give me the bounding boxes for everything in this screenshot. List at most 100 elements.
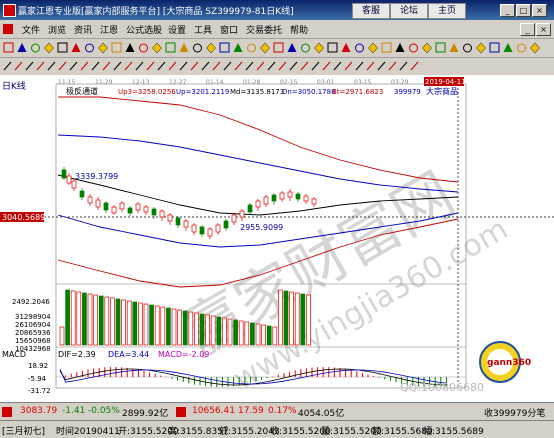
menu-browse[interactable]: 浏览 xyxy=(48,23,66,36)
draw-tool-icon[interactable] xyxy=(344,61,353,71)
draw-tool-icon[interactable] xyxy=(124,61,133,71)
draw-tool-icon[interactable] xyxy=(355,61,364,71)
draw-tool-icon[interactable] xyxy=(267,61,276,71)
toolbar-icon[interactable] xyxy=(17,43,27,52)
toolbar-icons[interactable] xyxy=(0,39,554,57)
home-link[interactable]: 主页 xyxy=(428,3,466,19)
toolbar-icon[interactable] xyxy=(287,43,297,52)
toolbar-icon[interactable] xyxy=(125,43,135,52)
draw-tool-icon[interactable] xyxy=(399,61,408,71)
draw-tool-icon[interactable] xyxy=(168,61,177,71)
draw-tool-icon[interactable] xyxy=(289,61,298,71)
maximize-button[interactable]: □ xyxy=(516,4,531,17)
toolbar-icon[interactable] xyxy=(260,42,270,54)
draw-tool-icon[interactable] xyxy=(234,61,243,71)
toolbar-icon[interactable] xyxy=(193,43,202,53)
chart-area[interactable]: 赢家财富网 www.yingjia360.com 日K线 极反通道 Up3=32… xyxy=(0,75,554,402)
toolbar-icon[interactable] xyxy=(44,42,54,54)
draw-tool-icon[interactable] xyxy=(410,61,419,71)
draw-tool-icon[interactable] xyxy=(25,61,34,71)
toolbar-icon[interactable] xyxy=(381,42,392,53)
toolbar-icon[interactable] xyxy=(71,43,81,52)
draw-tool-icon[interactable] xyxy=(146,61,155,71)
draw-tool-icon[interactable] xyxy=(190,61,199,71)
sh-index[interactable]: 3083.79 xyxy=(20,406,57,416)
toolbar-icon[interactable] xyxy=(301,43,310,53)
draw-tool-icon[interactable] xyxy=(102,61,111,71)
draw-tool-icon[interactable] xyxy=(36,61,45,71)
menu-gann[interactable]: 江恩 xyxy=(100,23,118,36)
toolbar-icon[interactable] xyxy=(530,42,540,54)
menu-info[interactable]: 资讯 xyxy=(74,23,92,36)
toolbar-icon[interactable] xyxy=(3,42,14,53)
toolbar-icon[interactable] xyxy=(476,42,486,54)
toolbar-icon[interactable] xyxy=(489,42,500,53)
toolbar-icon[interactable] xyxy=(314,42,324,54)
minimize-button[interactable]: _ xyxy=(500,4,515,17)
draw-tool-icon[interactable] xyxy=(91,61,100,71)
toolbar-icon[interactable] xyxy=(98,42,108,54)
draw-tool-icon[interactable] xyxy=(322,61,331,71)
toolbar-icon[interactable] xyxy=(219,42,230,53)
menu-file[interactable]: 文件 xyxy=(22,23,40,36)
draw-tool-icon[interactable] xyxy=(69,61,78,71)
toolbar-icon[interactable] xyxy=(517,43,526,53)
draw-tool-icon[interactable] xyxy=(14,61,23,71)
draw-tool-icon[interactable] xyxy=(135,61,144,71)
service-link[interactable]: 客服 xyxy=(352,3,390,19)
menu-settings[interactable]: 设置 xyxy=(168,23,186,36)
menu-tools[interactable]: 工具 xyxy=(194,23,212,36)
inner-restore-button[interactable]: _ xyxy=(520,23,535,36)
inner-close-button[interactable]: × xyxy=(536,23,551,36)
draw-tool-icon[interactable] xyxy=(278,61,287,71)
draw-tool-icon[interactable] xyxy=(377,61,386,71)
forum-link[interactable]: 论坛 xyxy=(390,3,428,19)
draw-tool-icon[interactable] xyxy=(113,61,122,71)
kline-chart[interactable]: 赢家财富网 www.yingjia360.com 日K线 极反通道 Up3=32… xyxy=(0,75,554,402)
draw-tool-icon[interactable] xyxy=(58,61,67,71)
toolbar-icon[interactable] xyxy=(152,42,162,54)
toolbar-icon[interactable] xyxy=(165,42,176,53)
toolbar-icon[interactable] xyxy=(327,42,338,53)
draw-tool-icon[interactable] xyxy=(201,61,210,71)
toolbar-icon[interactable] xyxy=(355,43,364,53)
menu-help[interactable]: 帮助 xyxy=(290,23,308,36)
draw-tool-icon[interactable] xyxy=(223,61,232,71)
toolbar-icon[interactable] xyxy=(57,42,68,53)
sz-index[interactable]: 10656.41 xyxy=(192,406,235,416)
toolbar-icon[interactable] xyxy=(273,42,284,53)
toolbar-icon[interactable] xyxy=(503,43,513,52)
toolbar-icon[interactable] xyxy=(422,42,432,54)
draw-tool-icon[interactable] xyxy=(256,61,265,71)
menu-logo-icon[interactable] xyxy=(3,24,13,34)
draw-tool-icon[interactable] xyxy=(333,61,342,71)
draw-tool-icon[interactable] xyxy=(300,61,309,71)
toolbar-icon[interactable] xyxy=(179,43,189,52)
menu-trade[interactable]: 交易委托 xyxy=(246,23,282,36)
tick-detail-label[interactable]: 收399979分笔 xyxy=(484,406,545,419)
draw-tool-icon[interactable] xyxy=(47,61,56,71)
toolbar-icon[interactable] xyxy=(409,43,418,53)
draw-tool-icon[interactable] xyxy=(80,61,89,71)
toolbar-icon[interactable] xyxy=(368,42,378,54)
toolbar-icon[interactable] xyxy=(449,43,459,52)
toolbar-icon[interactable] xyxy=(139,43,148,53)
close-button[interactable]: × xyxy=(532,4,547,17)
draw-tool-icon[interactable] xyxy=(3,61,12,71)
draw-tool-icon[interactable] xyxy=(366,61,375,71)
toolbar-icon[interactable] xyxy=(233,43,243,52)
menu-window[interactable]: 窗口 xyxy=(220,23,238,36)
toolbar-icon[interactable] xyxy=(341,43,351,52)
draw-tool-icon[interactable] xyxy=(179,61,188,71)
toolbar-icon[interactable] xyxy=(435,42,446,53)
toolbar-icon[interactable] xyxy=(206,42,216,54)
toolbar-icon[interactable] xyxy=(247,43,256,53)
draw-tool-icon[interactable] xyxy=(245,61,254,71)
draw-tool-icon[interactable] xyxy=(388,61,397,71)
toolbar-icon[interactable] xyxy=(395,43,405,52)
toolbar-icon[interactable] xyxy=(111,42,122,53)
toolbar-icon[interactable] xyxy=(463,43,472,53)
draw-tool-icon[interactable] xyxy=(157,61,166,71)
toolbar-icon[interactable] xyxy=(31,43,40,53)
toolbar-icon[interactable] xyxy=(85,43,94,53)
